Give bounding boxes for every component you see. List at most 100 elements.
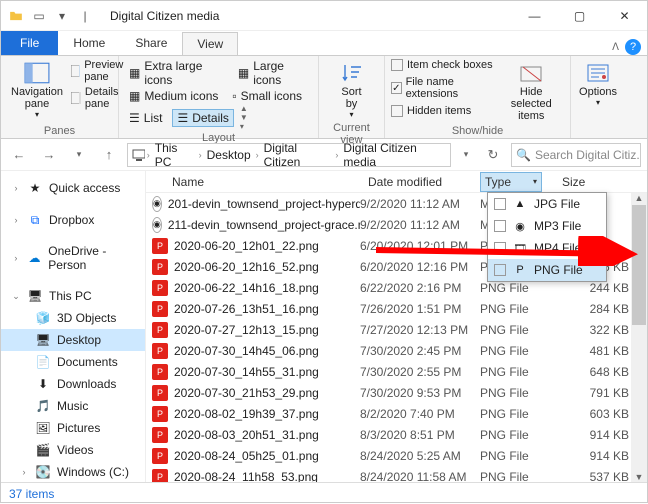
nav-quick-access[interactable]: ›★Quick access	[1, 177, 145, 199]
nav-item-3d-objects[interactable]: 🧊3D Objects	[1, 307, 145, 329]
hide-selected-items[interactable]: Hide selected items	[498, 58, 564, 124]
small-icons[interactable]: ▫Small icons	[228, 88, 306, 104]
close-button[interactable]: ✕	[602, 1, 647, 30]
col-date[interactable]: Date modified	[360, 175, 480, 189]
checkbox[interactable]	[494, 264, 506, 276]
crumb-dc[interactable]: Digital Citizen	[261, 141, 334, 169]
filetype-icon: ▲	[512, 196, 528, 212]
folder-icon[interactable]	[5, 5, 27, 27]
file-name: 2020-07-30_14h55_31.png	[174, 365, 319, 379]
help-icon[interactable]: ?	[625, 39, 641, 55]
details-view[interactable]: ☰Details	[172, 109, 233, 127]
tab-home[interactable]: Home	[58, 31, 120, 55]
file-name: 2020-08-24_11h58_53.png	[174, 470, 318, 483]
layout-scroll-up[interactable]: ▲	[240, 104, 248, 113]
scroll-down[interactable]: ▼	[635, 472, 644, 482]
checkbox[interactable]	[494, 198, 506, 210]
options-button[interactable]: Options ▾	[575, 58, 621, 109]
properties-icon[interactable]: ▭	[28, 5, 50, 27]
file-name-extensions[interactable]: ✓File name extensions	[391, 75, 494, 101]
nav-item-music[interactable]: 🎵Music	[1, 395, 145, 417]
file-name: 2020-07-26_13h51_16.png	[174, 302, 319, 316]
tab-file[interactable]: File	[1, 31, 58, 55]
layout-scroll-down[interactable]: ▼	[240, 113, 248, 122]
crumb-thispc[interactable]: This PC	[152, 141, 197, 169]
folder-icon: 🧊	[35, 310, 51, 326]
icon: ▦	[129, 66, 140, 80]
hidden-items[interactable]: Hidden items	[391, 104, 494, 118]
file-row[interactable]: P2020-07-30_14h45_06.png7/30/2020 2:45 P…	[146, 340, 647, 361]
qat-divider: |	[74, 5, 96, 27]
refresh-button[interactable]: ↻	[481, 143, 505, 167]
nav-thispc[interactable]: ⌄🖥This PC	[1, 285, 145, 307]
crumb-desktop[interactable]: Desktop	[204, 148, 254, 162]
recent-locations[interactable]: ▾	[67, 143, 91, 167]
nav-dropbox[interactable]: ›⧉Dropbox	[1, 209, 145, 231]
up-button[interactable]: ↑	[97, 143, 121, 167]
nav-item-videos[interactable]: 🎬Videos	[1, 439, 145, 461]
file-date: 8/3/2020 8:51 PM	[360, 428, 480, 442]
layout-more[interactable]: ▾	[240, 122, 248, 131]
search-icon: 🔍	[516, 148, 531, 162]
tab-view[interactable]: View	[182, 32, 238, 55]
large-icons[interactable]: ▦Large icons	[234, 58, 312, 88]
qat-dropdown[interactable]: ▾	[51, 5, 73, 27]
file-date: 7/30/2020 2:55 PM	[360, 365, 480, 379]
file-row[interactable]: P2020-08-24_11h58_53.png8/24/2020 11:58 …	[146, 466, 647, 482]
file-type: PNG File	[480, 386, 542, 400]
mp3-icon: ◉	[152, 217, 162, 233]
minimize-button[interactable]: —	[512, 1, 557, 30]
breadcrumb[interactable]: › This PC› Desktop› Digital Citizen› Dig…	[127, 143, 451, 167]
back-button[interactable]: ←	[7, 143, 31, 167]
nav-onedrive[interactable]: ›☁OneDrive - Person	[1, 241, 145, 275]
file-row[interactable]: P2020-07-30_14h55_31.png7/30/2020 2:55 P…	[146, 361, 647, 382]
filter-item-png-file[interactable]: PPNG File	[488, 259, 606, 281]
item-check-boxes[interactable]: Item check boxes	[391, 58, 494, 72]
scrollbar[interactable]: ▲ ▼	[631, 193, 647, 482]
file-date: 7/27/2020 12:13 PM	[360, 323, 480, 337]
file-row[interactable]: P2020-07-26_13h51_16.png7/26/2020 1:51 P…	[146, 298, 647, 319]
png-icon: P	[152, 427, 168, 443]
forward-button[interactable]: →	[37, 143, 61, 167]
file-name: 2020-08-02_19h39_37.png	[174, 407, 319, 421]
nav-item-desktop[interactable]: 🖥Desktop	[1, 329, 145, 351]
extra-large-icons[interactable]: ▦Extra large icons	[125, 58, 228, 88]
address-dropdown[interactable]: ▾	[457, 143, 475, 167]
png-icon: P	[152, 469, 168, 483]
nav-item-pictures[interactable]: 🖼Pictures	[1, 417, 145, 439]
search-input[interactable]: 🔍 Search Digital Citiz...	[511, 143, 641, 167]
sort-by-button[interactable]: Sort by ▾	[333, 58, 371, 121]
scroll-thumb[interactable]	[632, 205, 646, 325]
ribbon-collapse-icon[interactable]: ᐱ	[612, 42, 619, 53]
list-view[interactable]: ☰List	[125, 110, 166, 126]
maximize-button[interactable]: ▢	[557, 1, 602, 30]
navigation-pane: ›★Quick access ›⧉Dropbox ›☁OneDrive - Pe…	[1, 171, 146, 482]
checkbox[interactable]	[494, 242, 506, 254]
crumb-dcmedia[interactable]: Digital Citizen media	[340, 141, 446, 169]
tab-share[interactable]: Share	[120, 31, 182, 55]
col-name[interactable]: Name	[146, 175, 360, 189]
navigation-pane-button[interactable]: Navigation pane ▾	[7, 58, 67, 121]
nav-item-windows-c-[interactable]: ›💽Windows (C:)	[1, 461, 145, 482]
file-row[interactable]: P2020-07-30_21h53_29.png7/30/2020 9:53 P…	[146, 382, 647, 403]
panes-group-label: Panes	[7, 124, 112, 137]
nav-item-documents[interactable]: 📄Documents	[1, 351, 145, 373]
file-row[interactable]: P2020-08-24_05h25_01.png8/24/2020 5:25 A…	[146, 445, 647, 466]
col-size[interactable]: Size	[542, 175, 647, 189]
png-icon: P	[152, 448, 168, 464]
star-icon: ★	[27, 180, 43, 196]
file-row[interactable]: P2020-07-27_12h13_15.png7/27/2020 12:13 …	[146, 319, 647, 340]
filter-item-jpg-file[interactable]: ▲JPG File	[488, 193, 606, 215]
file-row[interactable]: P2020-08-02_19h39_37.png8/2/2020 7:40 PM…	[146, 403, 647, 424]
filter-item-mp4-file[interactable]: 🎞MP4 File	[488, 237, 606, 259]
nav-pane-label: Navigation pane	[11, 86, 63, 110]
checkbox[interactable]	[494, 220, 506, 232]
scroll-up[interactable]: ▲	[635, 193, 644, 203]
file-date: 6/22/2020 2:16 PM	[360, 281, 480, 295]
col-type[interactable]: Type▾	[480, 172, 542, 192]
medium-icons[interactable]: ▦Medium icons	[125, 88, 222, 104]
filter-item-mp3-file[interactable]: ◉MP3 File	[488, 215, 606, 237]
file-row[interactable]: P2020-08-03_20h51_31.png8/3/2020 8:51 PM…	[146, 424, 647, 445]
file-name: 2020-06-22_14h16_18.png	[174, 281, 319, 295]
nav-item-downloads[interactable]: ⬇Downloads	[1, 373, 145, 395]
